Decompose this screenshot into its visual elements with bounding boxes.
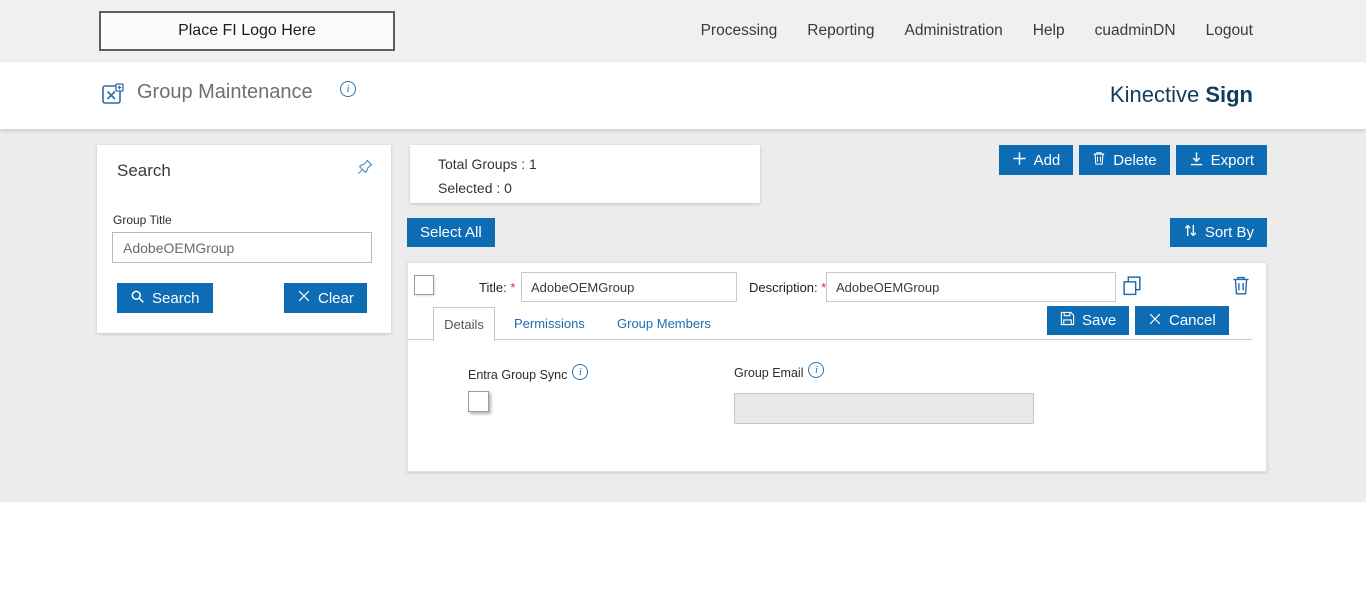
- entra-group-sync-checkbox[interactable]: [468, 391, 489, 412]
- trash-icon: [1092, 150, 1106, 170]
- save-button-label: Save: [1082, 312, 1117, 329]
- brand-logo: Kinective Sign: [1110, 82, 1253, 108]
- nav-item-processing[interactable]: Processing: [701, 22, 778, 40]
- copy-icon: [1121, 276, 1144, 300]
- group-email-info-icon[interactable]: i: [808, 362, 825, 378]
- export-button-label: Export: [1210, 151, 1254, 169]
- description-field-label: Description: *: [749, 280, 826, 295]
- row-trash-icon: [1231, 276, 1251, 299]
- sort-by-button[interactable]: Sort By: [1169, 218, 1267, 247]
- clear-button[interactable]: Clear: [284, 283, 367, 313]
- save-button[interactable]: Save: [1047, 306, 1130, 335]
- search-icon: [130, 289, 145, 308]
- nav-item-help[interactable]: Help: [1033, 22, 1065, 40]
- group-row-editor: Title: * Description: *: [407, 262, 1267, 472]
- title-field-label: Title: *: [479, 280, 515, 295]
- summary-panel: Total Groups : 1 Selected : 0: [410, 145, 760, 203]
- plus-icon: [1012, 151, 1027, 170]
- entra-group-sync-label: Entra Group Sync: [468, 368, 568, 382]
- group-actions-toolbar: Add Delete Export: [998, 145, 1267, 175]
- page-title-info-icon[interactable]: i: [340, 81, 356, 97]
- selected-count: Selected : 0: [438, 180, 512, 196]
- group-title-label: Group Title: [113, 213, 172, 227]
- sort-icon: [1183, 223, 1198, 242]
- export-button[interactable]: Export: [1175, 145, 1267, 175]
- search-button[interactable]: Search: [117, 283, 213, 313]
- save-floppy-icon: [1060, 311, 1075, 330]
- search-button-label: Search: [152, 289, 200, 307]
- nav-item-logout[interactable]: Logout: [1206, 22, 1253, 40]
- group-email-label: Group Email: [734, 366, 804, 380]
- nav-item-reporting[interactable]: Reporting: [807, 22, 874, 40]
- description-input[interactable]: [826, 272, 1116, 302]
- description-label-text: Description:: [749, 280, 818, 295]
- fi-logo-placeholder: Place FI Logo Here: [99, 11, 395, 51]
- sub-header: Group Maintenance i Kinective Sign: [0, 62, 1366, 129]
- cancel-button-label: Cancel: [1169, 312, 1216, 329]
- page-title: Group Maintenance: [137, 81, 313, 103]
- entra-group-sync-label-row: Entra Group Sync i: [468, 364, 589, 382]
- group-row-checkbox[interactable]: [414, 275, 434, 295]
- delete-button-label: Delete: [1113, 151, 1157, 169]
- main-content: Search Group Title Search: [0, 129, 1366, 502]
- title-label-text: Title:: [479, 280, 507, 295]
- title-input[interactable]: [521, 272, 737, 302]
- delete-button[interactable]: Delete: [1079, 145, 1170, 175]
- nav-item-username[interactable]: cuadminDN: [1095, 22, 1176, 40]
- total-groups-count: Total Groups : 1: [438, 156, 537, 172]
- brand-suffix: Sign: [1205, 82, 1253, 107]
- top-navigation: Processing Reporting Administration Help…: [701, 0, 1253, 62]
- nav-item-administration[interactable]: Administration: [904, 22, 1002, 40]
- clear-button-label: Clear: [318, 289, 354, 307]
- sort-by-label: Sort By: [1204, 224, 1254, 241]
- title-required-mark: *: [510, 280, 516, 295]
- add-button-label: Add: [1033, 151, 1061, 169]
- group-title-search-input[interactable]: [112, 232, 372, 263]
- cancel-x-icon: [1148, 312, 1162, 330]
- copy-group-button[interactable]: [1121, 274, 1144, 300]
- entra-group-sync-info-icon[interactable]: i: [572, 364, 589, 380]
- search-panel: Search Group Title Search: [97, 145, 391, 333]
- search-panel-title: Search: [117, 161, 171, 180]
- tab-permissions[interactable]: Permissions: [514, 316, 585, 331]
- group-email-label-row: Group Email i: [734, 362, 825, 380]
- tab-details[interactable]: Details: [433, 307, 495, 341]
- pin-icon[interactable]: [355, 157, 375, 182]
- brand-name: Kinective: [1109, 82, 1200, 107]
- select-all-button[interactable]: Select All: [407, 218, 495, 247]
- cancel-button[interactable]: Cancel: [1135, 306, 1229, 335]
- top-bar: Place FI Logo Here Processing Reporting …: [0, 0, 1366, 62]
- group-maintenance-page: Place FI Logo Here Processing Reporting …: [0, 0, 1366, 589]
- add-button[interactable]: Add: [998, 145, 1074, 175]
- delete-group-row-button[interactable]: [1231, 274, 1251, 299]
- group-email-input: [734, 393, 1034, 424]
- download-icon: [1189, 151, 1204, 170]
- group-maintenance-icon: [101, 82, 125, 111]
- tab-group-members[interactable]: Group Members: [617, 316, 711, 331]
- clear-x-icon: [297, 289, 311, 307]
- select-all-label: Select All: [420, 224, 482, 241]
